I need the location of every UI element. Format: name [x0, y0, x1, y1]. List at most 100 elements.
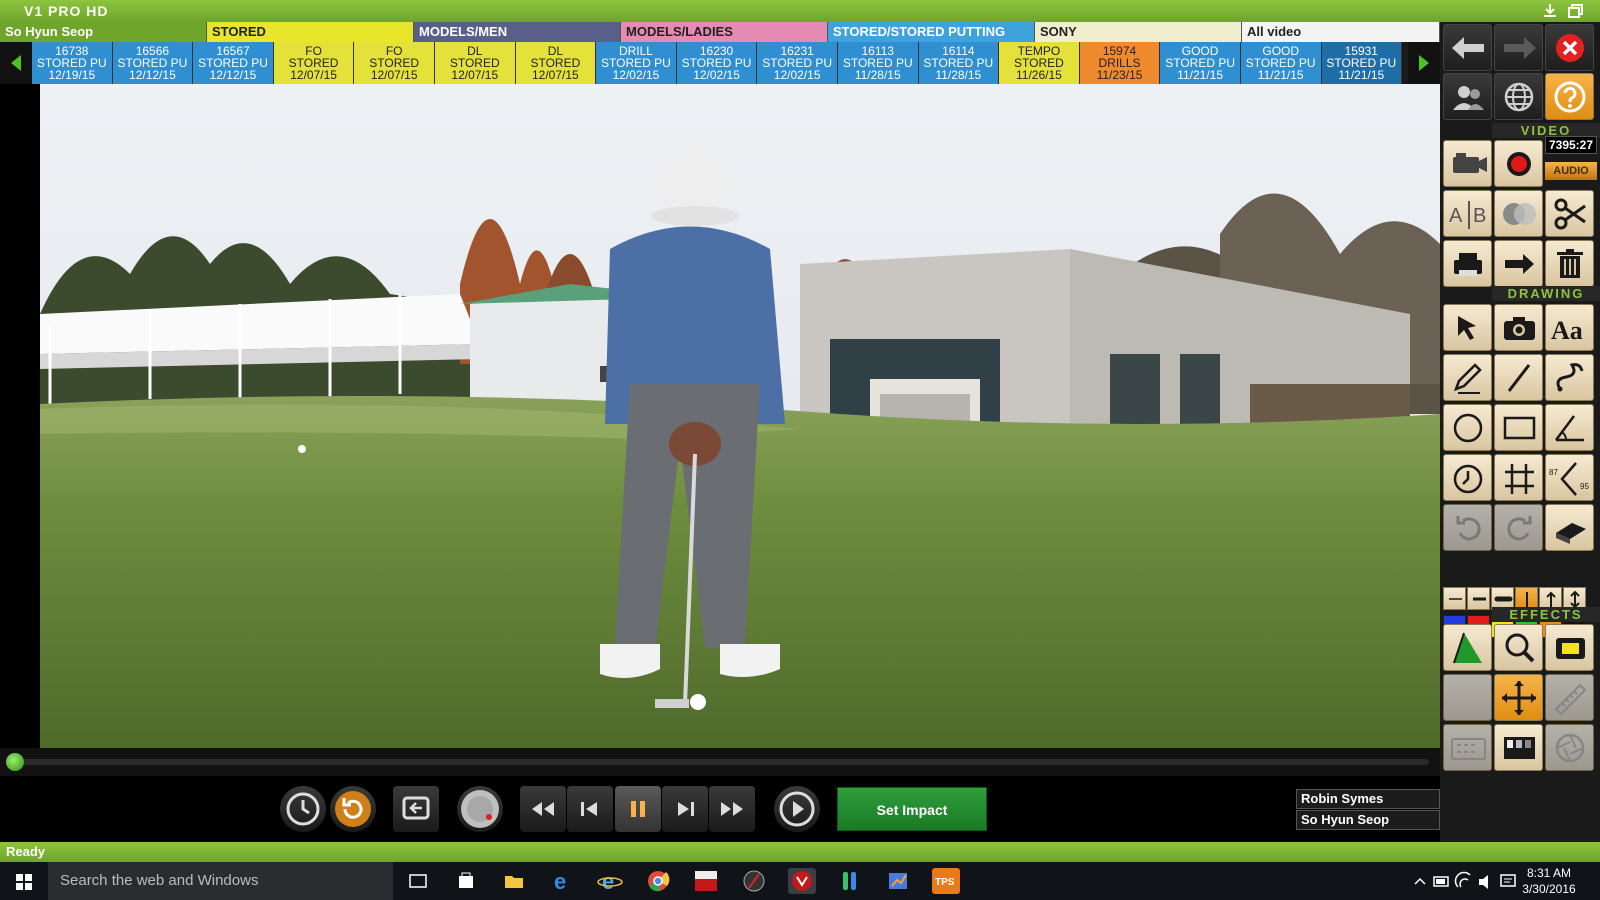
- pressure-app-icon[interactable]: [836, 868, 864, 894]
- clock-icon[interactable]: [280, 786, 326, 832]
- ab-compare-icon[interactable]: AB: [1443, 190, 1492, 237]
- record-icon[interactable]: [1494, 140, 1543, 187]
- magnifier-icon[interactable]: [1494, 624, 1543, 671]
- line-medium-icon[interactable]: [1467, 587, 1490, 610]
- restore-window-icon[interactable]: [1566, 2, 1586, 20]
- name-slot-2[interactable]: So Hyun Seop: [1296, 810, 1440, 830]
- video-thumbnail[interactable]: 16114 STORED PU 11/28/15: [918, 42, 1000, 84]
- help-icon[interactable]: [1545, 73, 1594, 120]
- video-thumbnail[interactable]: DRILL STORED PU 12/02/15: [596, 42, 677, 84]
- task-view-icon[interactable]: [404, 868, 432, 894]
- freehand-curve-icon[interactable]: [1545, 354, 1594, 401]
- timer-icon[interactable]: [1443, 454, 1492, 501]
- category-tab[interactable]: SONY: [1035, 22, 1242, 42]
- angle-tool-icon[interactable]: [1545, 404, 1594, 451]
- golf-app-icon[interactable]: [740, 868, 768, 894]
- globe-icon[interactable]: [1494, 73, 1543, 120]
- send-arrow-icon[interactable]: [1494, 240, 1543, 287]
- video-thumbnail[interactable]: GOOD STORED PU 11/21/15: [1160, 42, 1241, 84]
- video-thumbnail[interactable]: 16566 STORED PU 12/12/15: [112, 42, 194, 84]
- timeline-scrubber[interactable]: [0, 748, 1440, 776]
- video-thumbnail[interactable]: 16230 STORED PU 12/02/15: [676, 42, 758, 84]
- video-thumbnail[interactable]: GOOD STORED PU 11/21/15: [1240, 42, 1322, 84]
- video-thumbnail[interactable]: FO STORED 12/07/15: [273, 42, 355, 84]
- set-impact-button[interactable]: Set Impact: [837, 787, 987, 831]
- category-tab[interactable]: So Hyun Seop: [0, 22, 207, 42]
- camera-icon[interactable]: [1443, 140, 1492, 187]
- eraser-icon[interactable]: [1545, 504, 1594, 551]
- video-thumbnail[interactable]: DL STORED 12/07/15: [515, 42, 597, 84]
- windows-start-icon[interactable]: [0, 862, 48, 900]
- rewind-icon[interactable]: [520, 786, 566, 832]
- rectangle-tool-icon[interactable]: [1494, 404, 1543, 451]
- v1-app-icon[interactable]: [788, 868, 816, 894]
- play-icon[interactable]: [774, 786, 820, 832]
- keypad-icon[interactable]: [1443, 724, 1492, 771]
- line-thin-icon[interactable]: [1443, 587, 1466, 610]
- fast-forward-icon[interactable]: [709, 786, 755, 832]
- video-thumbnail[interactable]: 16738 STORED PU 12/19/15: [32, 42, 113, 84]
- video-thumbnail[interactable]: 16567 STORED PU 12/12/15: [193, 42, 274, 84]
- video-thumbnail[interactable]: TEMPO STORED 11/26/15: [999, 42, 1080, 84]
- loop-icon[interactable]: [330, 786, 376, 832]
- category-tab[interactable]: MODELS/LADIES: [621, 22, 828, 42]
- pause-icon[interactable]: [615, 786, 661, 832]
- audio-button[interactable]: AUDIO: [1545, 162, 1597, 180]
- video-thumbnail[interactable]: 16231 STORED PU 12/02/15: [757, 42, 838, 84]
- snapshot-camera-icon[interactable]: [1494, 304, 1543, 351]
- category-tab[interactable]: MODELS/MEN: [414, 22, 621, 42]
- line-tool-icon[interactable]: [1494, 354, 1543, 401]
- back-arrow-icon[interactable]: [1443, 24, 1492, 71]
- video-thumbnail[interactable]: FO STORED 12/07/15: [354, 42, 435, 84]
- name-slot-1[interactable]: Robin Symes: [1296, 789, 1440, 809]
- angle-measure-icon[interactable]: 87 95: [1545, 454, 1594, 501]
- close-icon[interactable]: [1545, 24, 1594, 71]
- scroll-left-arrow-icon[interactable]: [0, 42, 32, 84]
- internet-explorer-icon[interactable]: e: [596, 868, 624, 894]
- taskbar-clock[interactable]: 8:31 AM 3/30/2016: [1516, 865, 1582, 897]
- pointer-icon[interactable]: [1443, 304, 1492, 351]
- sam-app-icon[interactable]: [692, 868, 720, 894]
- highlight-frame-icon[interactable]: [1545, 624, 1594, 671]
- category-tab[interactable]: STORED/STORED PUTTING: [828, 22, 1035, 42]
- users-icon[interactable]: [1443, 73, 1492, 120]
- edge-browser-icon[interactable]: e: [548, 868, 576, 894]
- pencil-icon[interactable]: [1443, 354, 1492, 401]
- print-icon[interactable]: [1443, 240, 1492, 287]
- circle-tool-icon[interactable]: [1443, 404, 1492, 451]
- forward-arrow-icon[interactable]: [1494, 24, 1543, 71]
- download-icon[interactable]: [1540, 2, 1560, 20]
- video-thumbnail[interactable]: 15974 DRILLS 11/23/15: [1079, 42, 1161, 84]
- compare-screen-icon[interactable]: [393, 786, 439, 832]
- spotlight-triangle-icon[interactable]: [1443, 624, 1492, 671]
- file-explorer-icon[interactable]: [500, 868, 528, 894]
- trash-icon[interactable]: [1545, 240, 1594, 287]
- scissors-icon[interactable]: [1545, 190, 1594, 237]
- scroll-right-arrow-icon[interactable]: [1408, 42, 1440, 84]
- move-icon[interactable]: [1494, 674, 1543, 721]
- aperture-icon[interactable]: [1545, 724, 1594, 771]
- grid-tool-icon[interactable]: [1494, 454, 1543, 501]
- redo-icon[interactable]: [1494, 504, 1543, 551]
- chrome-icon[interactable]: [644, 868, 672, 894]
- text-tool-icon[interactable]: Aa: [1545, 304, 1594, 351]
- film-grid-icon[interactable]: [1494, 724, 1543, 771]
- video-thumbnail[interactable]: DL STORED 12/07/15: [434, 42, 516, 84]
- speed-dial-icon[interactable]: [457, 786, 503, 832]
- category-tab[interactable]: STORED: [207, 22, 414, 42]
- undo-icon[interactable]: [1443, 504, 1492, 551]
- overlay-icon[interactable]: [1494, 190, 1543, 237]
- tps-app-icon[interactable]: TPS: [932, 868, 960, 894]
- store-icon[interactable]: [452, 868, 480, 894]
- video-thumbnail[interactable]: 15931 STORED PU 11/21/15: [1321, 42, 1403, 84]
- timeline-handle[interactable]: [6, 753, 24, 771]
- video-thumbnail[interactable]: 16113 STORED PU 11/28/15: [837, 42, 919, 84]
- step-forward-icon[interactable]: [662, 786, 708, 832]
- ruler-icon[interactable]: [1545, 674, 1594, 721]
- step-back-icon[interactable]: [567, 786, 613, 832]
- chart-app-icon[interactable]: [884, 868, 912, 894]
- taskbar-search-field[interactable]: Search the web and Windows: [48, 862, 393, 900]
- category-tab[interactable]: All video: [1242, 22, 1440, 42]
- video-frame[interactable]: [40, 84, 1440, 748]
- timeline-track[interactable]: [14, 759, 1429, 765]
